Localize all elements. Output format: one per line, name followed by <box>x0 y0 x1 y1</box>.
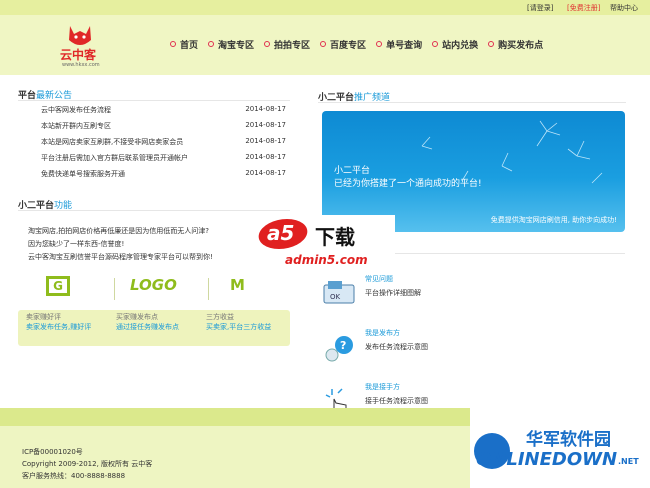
features-logos: G LOGO M <box>18 270 290 310</box>
nav-dot-icon <box>208 41 215 47</box>
a5-download-text: 下载 <box>315 225 355 249</box>
divider <box>18 100 290 101</box>
nav-dot-icon <box>488 41 495 47</box>
promo-banner[interactable]: 小二平台 已经为你搭建了一个通向成功的平台! 免费提供淘宝网店刷信用, 助你步向… <box>322 111 625 232</box>
help-item-title[interactable]: 我是接手方 <box>365 382 400 392</box>
nav-item-buy-points[interactable]: 购买发布点 <box>488 36 543 52</box>
register-link[interactable]: [免费注册] <box>567 3 600 13</box>
nav-dot-icon <box>432 41 439 47</box>
help-item-desc[interactable]: 平台操作详细图解 <box>365 288 421 298</box>
feature-box-buyer[interactable]: 买家赚发布点 通过接任务赚发布点 <box>116 312 201 342</box>
nav-dot-icon <box>320 41 327 47</box>
a5-watermark: a5 下载 admin5.com <box>254 215 395 273</box>
feature-logo-text: LOGO <box>130 276 177 294</box>
divider <box>208 278 209 300</box>
news-item[interactable]: 本站新开群内互刷专区 2014-08-17 <box>41 121 286 131</box>
logo-url: www.hkxx.com <box>62 62 100 68</box>
login-link[interactable]: [请登录] <box>527 3 553 13</box>
a5-site: admin5.com <box>285 253 368 267</box>
nav-item-baidu[interactable]: 百度专区 <box>320 36 366 52</box>
onlinedown-watermark: 华军软件园 ONLINEDOWN .NET <box>470 405 650 488</box>
onlinedown-en: ONLINEDOWN <box>476 449 618 470</box>
divider <box>114 278 115 300</box>
promo-tagline: 免费提供淘宝网店刷信用, 助你步向成功! <box>490 216 617 224</box>
help-item-desc[interactable]: 接手任务流程示意图 <box>365 396 428 406</box>
nav-item-taobao[interactable]: 淘宝专区 <box>208 36 254 52</box>
a5-brand: a5 <box>267 221 295 245</box>
logo-name: 云中客 <box>60 48 97 62</box>
hotline-text: 客户服务热线：400-8888-8888 <box>22 472 126 480</box>
nav-item-exchange[interactable]: 站内兑换 <box>432 36 478 52</box>
site-logo[interactable]: 云中客 www.hkxx.com <box>50 22 114 70</box>
main-nav: 首页 淘宝专区 拍拍专区 百度专区 单号查询 站内兑换 购买发布点 <box>170 36 553 52</box>
help-item-desc[interactable]: 发布任务流程示意图 <box>365 342 428 352</box>
divider <box>318 102 626 103</box>
nav-dot-icon <box>170 41 176 47</box>
feature-box-seller[interactable]: 卖家赚好评 卖家发布任务,赚好评 <box>26 312 111 342</box>
nav-item-paipai[interactable]: 拍拍专区 <box>264 36 310 52</box>
onlinedown-cn: 华军软件园 <box>526 430 611 450</box>
onlinedown-suffix: .NET <box>618 457 639 466</box>
promo-line1: 小二平台 <box>334 166 371 176</box>
news-item[interactable]: 免费快递单号搜索服务开通 2014-08-17 <box>41 169 286 179</box>
question-icon: ? <box>322 333 356 365</box>
feature-logo-m: M <box>230 276 245 294</box>
feature-logo-g: G <box>46 276 70 296</box>
divider <box>18 210 290 211</box>
news-item[interactable]: 平台注册后需加入官方群后联系管理员开通帐户 2014-08-17 <box>41 153 286 163</box>
feature-box-tripartite[interactable]: 三方收益 买卖家,平台三方收益 <box>206 312 288 342</box>
divider <box>395 253 625 254</box>
icp-text: ICP备00001020号 <box>22 448 83 456</box>
nav-dot-icon <box>264 41 271 47</box>
nav-dot-icon <box>376 41 383 47</box>
help-link[interactable]: 帮助中心 <box>610 3 638 13</box>
top-bar: [请登录] [免费注册] 帮助中心 <box>0 0 650 15</box>
copyright-text: Copyright 2009-2012, 版权所有 云中客 <box>22 460 153 468</box>
nav-item-tracking[interactable]: 单号查询 <box>376 36 422 52</box>
svg-text:?: ? <box>340 339 346 352</box>
promo-line2: 已经为你搭建了一个通向成功的平台! <box>334 179 482 189</box>
help-item-title[interactable]: 常见问题 <box>365 274 393 284</box>
news-item[interactable]: 本站是网店卖家互刷群,不接受非网店卖家会员 2014-08-17 <box>41 137 286 147</box>
svg-text:OK: OK <box>330 293 341 301</box>
help-item-title[interactable]: 我是发布方 <box>365 328 400 338</box>
footer-info: ICP备00001020号 Copyright 2009-2012, 版权所有 … <box>22 446 152 482</box>
features-text: 淘宝网店,拍拍网店价格再低廉还是因为信用低而无人问津? 因为您缺少了一样东西-信… <box>28 227 213 261</box>
faq-icon: OK <box>322 277 356 307</box>
news-item[interactable]: 云中客网发布任务流程 2014-08-17 <box>41 105 286 115</box>
nav-item-home[interactable]: 首页 <box>170 36 198 52</box>
